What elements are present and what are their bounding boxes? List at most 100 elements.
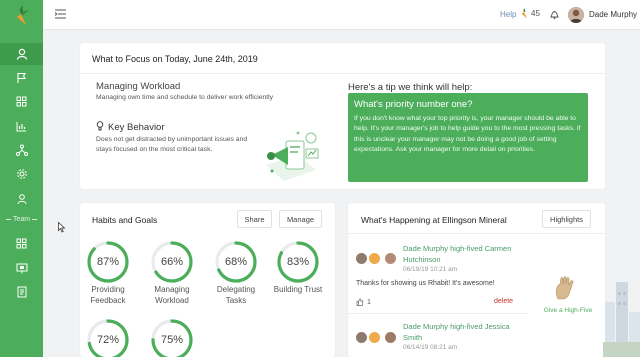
gauge-label-line1: Managing xyxy=(154,285,190,294)
nav-dashboard[interactable] xyxy=(0,90,43,112)
document-icon xyxy=(17,286,26,298)
feed-headline-line1: Dade Murphy high-fived Carmen xyxy=(403,244,512,253)
give-high-five-link[interactable]: Give a High-Five xyxy=(538,307,598,314)
nav-profile[interactable] xyxy=(0,43,43,65)
feed-headline-line1: Dade Murphy high-fived Jessica xyxy=(403,322,510,331)
avatar xyxy=(356,253,367,264)
carrot-icon xyxy=(521,8,527,19)
nav-team-board[interactable] xyxy=(0,257,43,279)
gauge-label-line2: Feedback xyxy=(90,295,126,305)
carrot-counter[interactable]: 45 xyxy=(520,8,540,19)
key-behavior-desc: Does not get distracted by unimportant i… xyxy=(96,136,248,153)
feed-headline-line2: Hutchinson xyxy=(403,255,441,264)
gauge-label-line1: Delegating xyxy=(216,285,256,294)
carrot-avatar-icon xyxy=(369,332,380,343)
manage-button[interactable]: Manage xyxy=(279,210,322,228)
user-icon xyxy=(16,48,27,60)
like-button[interactable]: 1 xyxy=(356,298,371,306)
habit-gauge[interactable]: 83% xyxy=(276,240,320,284)
feed-headline[interactable]: Dade Murphy high-fived Carmen Hutchinson xyxy=(403,243,511,265)
people-icon xyxy=(17,194,26,205)
gauge-label: Building Trust xyxy=(268,285,328,296)
menu-toggle-icon[interactable] xyxy=(54,9,66,21)
nav-team-dashboard[interactable] xyxy=(0,232,43,254)
mouse-cursor-icon xyxy=(58,221,66,235)
feed-message: Thanks for showing us Rhabit! It's aweso… xyxy=(356,280,495,287)
habits-title: Habits and Goals xyxy=(92,215,158,225)
nav-settings[interactable] xyxy=(0,163,43,185)
gauge-value: 83% xyxy=(286,256,310,268)
thumbs-up-icon xyxy=(356,298,364,306)
high-five-hand-icon[interactable] xyxy=(552,275,578,303)
user-name[interactable]: Dade Murphy xyxy=(589,10,637,19)
nav-network[interactable] xyxy=(0,139,43,161)
whats-happening-card: What's Happening at Ellingson Mineral Hi… xyxy=(348,203,605,357)
habit-gauge[interactable]: 66% xyxy=(150,240,194,284)
divider xyxy=(348,233,605,234)
tip-title: What's priority number one? xyxy=(354,99,473,110)
focus-title: What to Focus on Today, June 24th, 2019 xyxy=(92,54,258,64)
habits-card: Habits and Goals Share Manage 87% Providi… xyxy=(80,203,335,357)
feed-date: 06/19/19 10:21 am xyxy=(403,266,458,273)
divider xyxy=(348,313,528,314)
nav-team-notes[interactable] xyxy=(0,281,43,303)
workload-title: Managing Workload xyxy=(96,81,181,92)
carrot-logo-icon[interactable] xyxy=(12,5,32,27)
gauge-label: Providing Feedback xyxy=(78,285,138,306)
tip-box: What's priority number one? If you don't… xyxy=(348,93,588,182)
carrot-avatar-icon xyxy=(369,253,380,264)
grid-icon xyxy=(16,96,27,106)
feed-date: 06/14/19 08:21 am xyxy=(403,344,458,351)
gear-icon xyxy=(16,169,27,179)
feed-headline[interactable]: Dade Murphy high-fived Jessica Smith xyxy=(403,321,510,343)
notifications-bell-icon[interactable] xyxy=(549,9,560,22)
help-link[interactable]: Help xyxy=(500,10,516,19)
avatar xyxy=(385,332,396,343)
top-bar: Help 45 Dade Murphy xyxy=(43,0,640,30)
carrot-count: 45 xyxy=(531,9,540,18)
grid-icon xyxy=(16,238,27,248)
share-button[interactable]: Share xyxy=(237,210,272,228)
habit-gauge[interactable]: 87% xyxy=(86,240,130,284)
presentation-icon xyxy=(16,263,27,273)
delete-link[interactable]: delete xyxy=(494,298,513,305)
bar-chart-icon xyxy=(16,121,26,131)
like-count: 1 xyxy=(367,298,371,306)
lightbulb-icon xyxy=(96,121,104,134)
nav-people[interactable] xyxy=(0,188,43,210)
city-skyline-decoration xyxy=(603,272,640,357)
nav-goals[interactable] xyxy=(0,67,43,89)
network-icon xyxy=(15,144,28,156)
tip-heading: Here's a tip we think will help: xyxy=(348,82,473,93)
focus-card: What to Focus on Today, June 24th, 2019 … xyxy=(80,43,605,189)
gauge-value: 66% xyxy=(160,256,184,268)
avatar xyxy=(356,332,367,343)
gauge-label-line1: Providing xyxy=(91,285,125,294)
gauge-value: 72% xyxy=(96,334,120,346)
flag-icon xyxy=(16,72,26,83)
user-avatar[interactable] xyxy=(568,7,584,23)
whats-happening-title: What's Happening at Ellingson Mineral xyxy=(361,215,507,225)
key-behavior-title: Key Behavior xyxy=(108,122,165,133)
gauge-label-line2: Tasks xyxy=(225,295,247,305)
habit-gauge[interactable]: 68% xyxy=(214,240,258,284)
gauge-label: Delegating Tasks xyxy=(206,285,266,306)
gauge-label: Managing Workload xyxy=(142,285,202,306)
megaphone-illustration xyxy=(258,125,328,185)
feed-headline-line2: Smith xyxy=(403,333,423,342)
gauge-value: 87% xyxy=(96,256,120,268)
sidebar: Team xyxy=(0,0,43,357)
nav-reports[interactable] xyxy=(0,115,43,137)
highlights-button[interactable]: Highlights xyxy=(542,210,591,228)
gauge-value: 75% xyxy=(160,334,184,346)
habit-gauge[interactable]: 72% xyxy=(86,318,130,357)
workload-subtitle: Managing own time and schedule to delive… xyxy=(96,94,274,101)
gauge-label-line2: Workload xyxy=(155,295,189,305)
gauge-value: 68% xyxy=(224,256,248,268)
team-section-label: Team xyxy=(0,216,43,223)
tip-body: If you don't know what your top priority… xyxy=(354,115,581,154)
habit-gauge[interactable]: 75% xyxy=(150,318,194,357)
divider xyxy=(80,73,605,74)
avatar xyxy=(385,253,396,264)
gauge-label-line1: Building Trust xyxy=(273,285,323,294)
